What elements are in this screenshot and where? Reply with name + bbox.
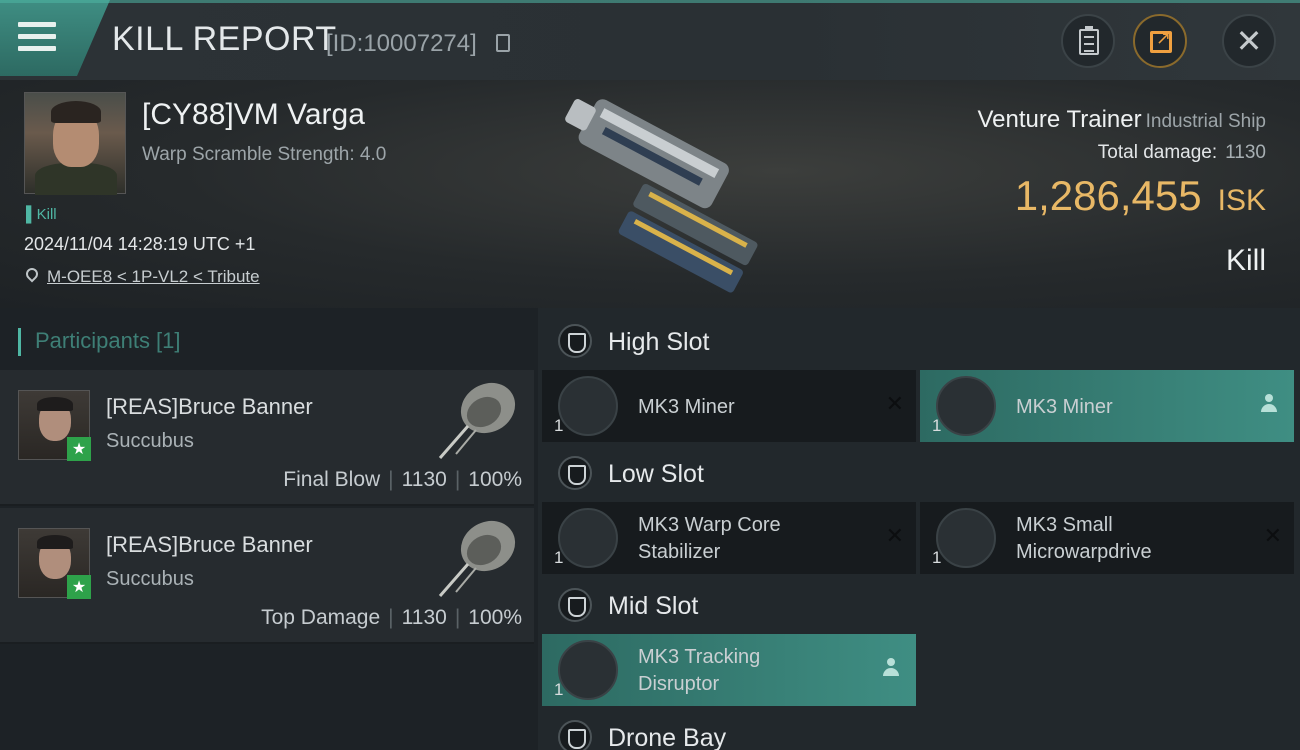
- star-icon: ★: [67, 437, 91, 461]
- module-item[interactable]: 1 MK3 Small Microwarpdrive ✕: [920, 502, 1294, 574]
- victim-ship-image: [565, 99, 758, 293]
- participant-row[interactable]: ★ [REAS]Bruce Banner Succubus Top Damage…: [0, 508, 534, 644]
- low-slot-icon: [558, 456, 592, 490]
- module-name: MK3 Miner: [1016, 396, 1113, 418]
- location-pin-icon: [23, 265, 41, 283]
- participant-name: [REAS]Bruce Banner: [106, 394, 313, 419]
- hamburger-menu-icon: [18, 22, 56, 52]
- victim-name[interactable]: [CY88]VM Varga: [142, 98, 365, 132]
- participant-portrait: ★: [18, 528, 91, 599]
- microwarpdrive-icon: [936, 508, 996, 568]
- module-quantity: 1: [932, 416, 942, 435]
- participant-ship-image: [438, 382, 516, 459]
- kill-datetime: 2024/11/04 14:28:19 UTC +1: [24, 234, 256, 254]
- victim-summary: [CY88]VM Varga Warp Scramble Strength: 4…: [0, 80, 1300, 308]
- total-damage: Total damage: 1130: [1097, 142, 1266, 163]
- miner-module-icon: [936, 376, 996, 436]
- module-quantity: 1: [554, 680, 564, 699]
- fittings-panel: High Slot 1 MK3 Miner ✕ 1 MK3 Miner Low …: [538, 308, 1300, 750]
- module-quantity: 1: [554, 416, 564, 435]
- module-name: MK3 Miner: [638, 396, 735, 418]
- module-quantity: 1: [932, 548, 942, 567]
- clipboard-icon: [1079, 26, 1099, 55]
- participant-ship: Succubus: [106, 430, 194, 452]
- drone-bay-icon: [558, 720, 592, 750]
- copy-icon[interactable]: [496, 34, 510, 52]
- high-slot-icon: [558, 324, 592, 358]
- page-title: KILL REPORT: [112, 20, 337, 58]
- slot-label: Mid Slot: [608, 592, 699, 620]
- warp-core-stabilizer-icon: [558, 508, 618, 568]
- mid-slot-icon: [558, 588, 592, 622]
- person-icon: [882, 658, 900, 680]
- report-id: [ID:10007274]: [326, 30, 477, 57]
- participant-ship: Succubus: [106, 568, 194, 590]
- kill-result: Kill: [1225, 244, 1266, 277]
- destroyed-icon: ✕: [885, 524, 904, 549]
- victim-ship-name[interactable]: Venture Trainer Industrial Ship: [977, 106, 1266, 134]
- destroyed-icon: ✕: [885, 392, 904, 417]
- mid-slot-header: Mid Slot: [542, 576, 1300, 636]
- close-icon: ✕: [1235, 22, 1263, 60]
- warp-scramble-strength: Warp Scramble Strength: 4.0: [142, 144, 387, 165]
- victim-portrait[interactable]: [24, 92, 126, 195]
- menu-button[interactable]: [0, 0, 110, 76]
- miner-module-icon: [558, 376, 618, 436]
- participant-stats: Top Damage | 1130 | 100%: [261, 606, 522, 629]
- participants-header: Participants [1]: [18, 328, 181, 356]
- high-slot-header: High Slot: [542, 312, 1300, 372]
- module-item[interactable]: 1 MK3 Miner: [920, 370, 1294, 442]
- close-button[interactable]: ✕: [1222, 14, 1276, 68]
- slot-label: Drone Bay: [608, 724, 727, 750]
- participant-name: [REAS]Bruce Banner: [106, 532, 313, 557]
- participant-ship-image: [438, 520, 516, 597]
- star-icon: ★: [67, 575, 91, 599]
- clipboard-button[interactable]: [1061, 14, 1115, 68]
- module-item[interactable]: 1 MK3 Tracking Disruptor: [542, 634, 916, 706]
- low-slot-header: Low Slot: [542, 444, 1300, 504]
- destroyed-icon: ✕: [1263, 524, 1282, 549]
- share-button[interactable]: [1133, 14, 1187, 68]
- kill-tag: ▌Kill: [26, 206, 57, 223]
- participants-panel: Participants [1] ★ [REAS]Bruce Banner Su…: [0, 308, 538, 750]
- tracking-disruptor-icon: [558, 640, 618, 700]
- slot-label: Low Slot: [608, 460, 704, 488]
- header-bar: KILL REPORT [ID:10007274] ✕: [0, 0, 1300, 80]
- slot-label: High Slot: [608, 328, 710, 356]
- module-item[interactable]: 1 MK3 Miner ✕: [542, 370, 916, 442]
- module-name: MK3 Small Microwarpdrive: [1016, 514, 1152, 563]
- module-item[interactable]: 1 MK3 Warp Core Stabilizer ✕: [542, 502, 916, 574]
- person-icon: [1260, 394, 1278, 416]
- participant-portrait: ★: [18, 390, 91, 461]
- module-quantity: 1: [554, 548, 564, 567]
- kill-location-link[interactable]: M-OEE8 < 1P-VL2 < Tribute: [47, 267, 260, 287]
- module-name: MK3 Warp Core Stabilizer: [638, 514, 781, 563]
- participant-row[interactable]: ★ [REAS]Bruce Banner Succubus Final Blow…: [0, 370, 534, 506]
- participant-stats: Final Blow | 1130 | 100%: [283, 468, 522, 491]
- isk-value: 1,286,455 ISK: [1014, 172, 1266, 219]
- drone-bay-header: Drone Bay: [542, 708, 1300, 750]
- module-name: MK3 Tracking Disruptor: [638, 646, 761, 695]
- share-icon: [1150, 28, 1172, 53]
